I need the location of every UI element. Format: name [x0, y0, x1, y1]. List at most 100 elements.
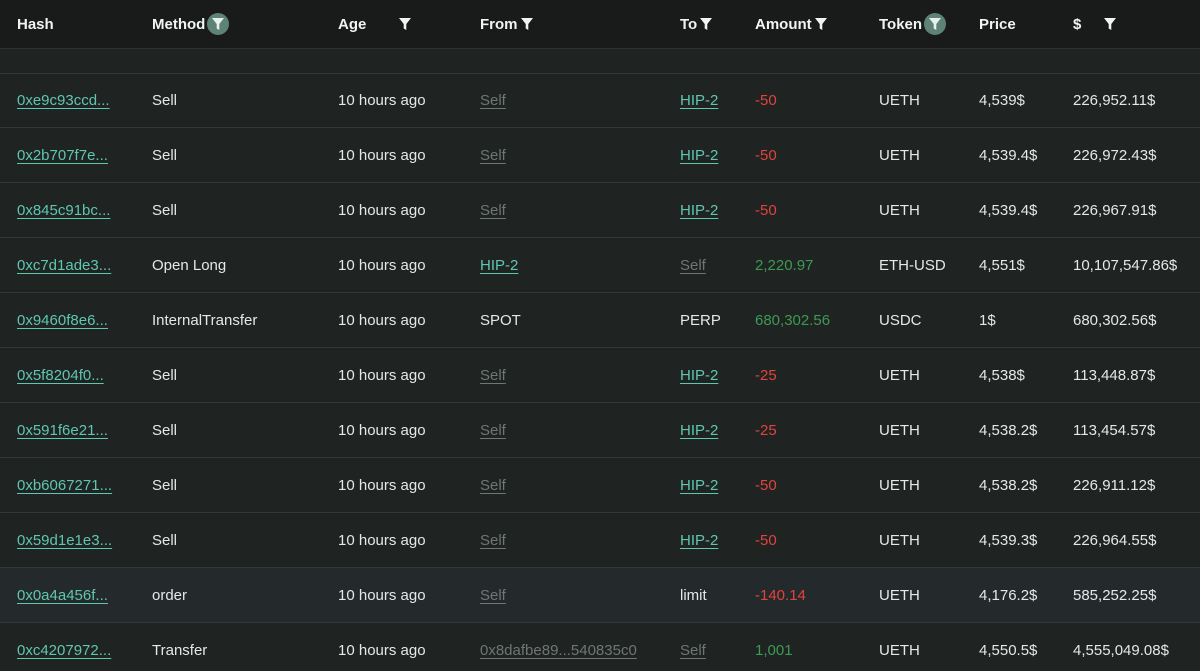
- tx-hash-link[interactable]: 0xc7d1ade3...: [17, 257, 111, 274]
- column-header-usd[interactable]: $: [1073, 0, 1117, 48]
- price-cell: 4,538.2$: [979, 421, 1038, 439]
- filter-icon[interactable]: [398, 17, 412, 31]
- table-row[interactable]: 0x5f8204f0... Sell 10 hours ago Self HIP-2 -2…: [0, 348, 1200, 403]
- table-row[interactable]: 0x59d1e1e3... Sell 10 hours ago Self HIP-2 -5…: [0, 513, 1200, 568]
- tx-hash-link[interactable]: 0x9460f8e6...: [17, 312, 108, 329]
- tx-hash-link[interactable]: 0x0a4a456f...: [17, 587, 108, 604]
- table-cell: 226,967.91$: [1073, 183, 1156, 237]
- table-cell: 10 hours ago: [338, 73, 426, 127]
- column-header-amount[interactable]: Amount: [755, 0, 828, 48]
- tx-hash-link[interactable]: 0x5f8204f0...: [17, 367, 104, 384]
- token-cell: UETH: [879, 421, 920, 439]
- table-cell: 0x5f8204f0...: [17, 348, 104, 402]
- table-row[interactable]: 0xc7d1ade3... Open Long 10 hours ago HIP-2 S…: [0, 238, 1200, 293]
- usd-value-cell: 226,972.43$: [1073, 146, 1157, 164]
- table-row[interactable]: 0xe9c93ccd... Sell 10 hours ago Self HIP-2 -5…: [0, 73, 1200, 128]
- token-cell: UETH: [879, 531, 920, 549]
- to-cell[interactable]: HIP-2: [680, 422, 718, 439]
- from-cell[interactable]: Self: [480, 422, 506, 439]
- table-row[interactable]: 0x2b707f7e... Sell 10 hours ago Self HIP-2 -5…: [0, 128, 1200, 183]
- table-cell: -50: [755, 513, 777, 567]
- from-cell[interactable]: Self: [480, 532, 506, 549]
- table-cell: 1,001: [755, 623, 793, 671]
- filter-icon[interactable]: [1103, 17, 1117, 31]
- from-cell[interactable]: Self: [480, 477, 506, 494]
- price-cell: 4,539.4$: [979, 146, 1038, 164]
- usd-value-cell: 226,964.55$: [1073, 531, 1157, 549]
- table-row[interactable]: 0x591f6e21... Sell 10 hours ago Self HIP-2 -2…: [0, 403, 1200, 458]
- to-cell[interactable]: HIP-2: [680, 202, 718, 219]
- age-cell: 10 hours ago: [338, 531, 426, 549]
- table-cell: 226,952.11$: [1073, 73, 1155, 127]
- column-header-label: Token: [879, 15, 923, 33]
- table-cell: UETH: [879, 73, 920, 127]
- table-cell: 4,176.2$: [979, 568, 1037, 622]
- column-header-age[interactable]: Age: [338, 0, 412, 48]
- tx-hash-link[interactable]: 0xe9c93ccd...: [17, 92, 110, 109]
- table-cell: Sell: [152, 128, 177, 182]
- table-cell: Sell: [152, 403, 177, 457]
- table-cell: UETH: [879, 623, 920, 671]
- table-row[interactable]: 0xb6067271... Sell 10 hours ago Self HIP-2 -5…: [0, 458, 1200, 513]
- table-cell: Sell: [152, 458, 177, 512]
- tx-hash-link[interactable]: 0x59d1e1e3...: [17, 532, 112, 549]
- to-cell[interactable]: Self: [680, 257, 706, 274]
- from-cell[interactable]: Self: [480, 202, 506, 219]
- column-header-label: Age: [338, 15, 367, 33]
- table-cell: HIP-2: [680, 73, 718, 127]
- tx-hash-link[interactable]: 0x2b707f7e...: [17, 147, 108, 164]
- from-cell[interactable]: Self: [480, 92, 506, 109]
- table-cell: -50: [755, 458, 777, 512]
- column-header-to[interactable]: To: [680, 0, 713, 48]
- column-header-price[interactable]: Price: [979, 0, 1016, 48]
- to-cell[interactable]: HIP-2: [680, 147, 718, 164]
- age-cell: 10 hours ago: [338, 476, 426, 494]
- to-cell[interactable]: HIP-2: [680, 92, 718, 109]
- from-cell[interactable]: HIP-2: [480, 257, 518, 274]
- from-cell[interactable]: Self: [480, 367, 506, 384]
- to-cell[interactable]: HIP-2: [680, 477, 718, 494]
- filter-icon[interactable]: [924, 13, 947, 35]
- from-cell[interactable]: Self: [480, 587, 506, 604]
- to-cell[interactable]: Self: [680, 642, 706, 659]
- column-header-from[interactable]: From: [480, 0, 534, 48]
- method-cell: order: [152, 586, 188, 604]
- from-cell[interactable]: Self: [480, 147, 506, 164]
- table-cell: 0xe9c93ccd...: [17, 73, 110, 127]
- token-cell: ETH-USD: [879, 256, 946, 274]
- age-cell: 10 hours ago: [338, 201, 426, 219]
- tx-hash-link[interactable]: 0x591f6e21...: [17, 422, 108, 439]
- table-cell: Self: [480, 348, 506, 402]
- filter-icon[interactable]: [814, 17, 828, 31]
- table-row[interactable]: 0x0a4a456f... order 10 hours ago Self limit -…: [0, 568, 1200, 623]
- usd-value-cell: 10,107,547.86$: [1073, 256, 1178, 274]
- table-cell: HIP-2: [680, 348, 718, 402]
- empty-spacer-row: [0, 53, 1200, 74]
- column-header-token[interactable]: Token: [879, 0, 947, 48]
- table-row[interactable]: 0x845c91bc... Sell 10 hours ago Self HIP-2 -5…: [0, 183, 1200, 238]
- table-row[interactable]: 0x9460f8e6... InternalTransfer 10 hours ag…: [0, 293, 1200, 348]
- method-cell: Sell: [152, 366, 178, 384]
- column-header-hash[interactable]: Hash: [17, 0, 54, 48]
- filter-icon[interactable]: [520, 17, 534, 31]
- age-cell: 10 hours ago: [338, 586, 426, 604]
- tx-hash-link[interactable]: 0x845c91bc...: [17, 202, 110, 219]
- tx-hash-link[interactable]: 0xc4207972...: [17, 642, 111, 659]
- from-cell: SPOT: [480, 311, 521, 329]
- table-cell: HIP-2: [680, 128, 718, 182]
- to-cell[interactable]: HIP-2: [680, 532, 718, 549]
- method-cell: Sell: [152, 91, 178, 109]
- filter-icon[interactable]: [699, 17, 713, 31]
- table-cell: PERP: [680, 293, 721, 347]
- table-cell: 4,550.5$: [979, 623, 1037, 671]
- to-cell[interactable]: HIP-2: [680, 367, 718, 384]
- table-cell: Self: [480, 73, 506, 127]
- table-cell: 10 hours ago: [338, 348, 426, 402]
- from-cell[interactable]: 0x8dafbe89...540835c0: [480, 642, 637, 659]
- table-row[interactable]: 0xc4207972... Transfer 10 hours ago 0x8dafb…: [0, 623, 1200, 671]
- table-cell: 0xc4207972...: [17, 623, 111, 671]
- column-header-method[interactable]: Method: [152, 0, 230, 48]
- tx-hash-link[interactable]: 0xb6067271...: [17, 477, 112, 494]
- table-cell: 4,539.3$: [979, 513, 1037, 567]
- filter-icon[interactable]: [207, 13, 230, 35]
